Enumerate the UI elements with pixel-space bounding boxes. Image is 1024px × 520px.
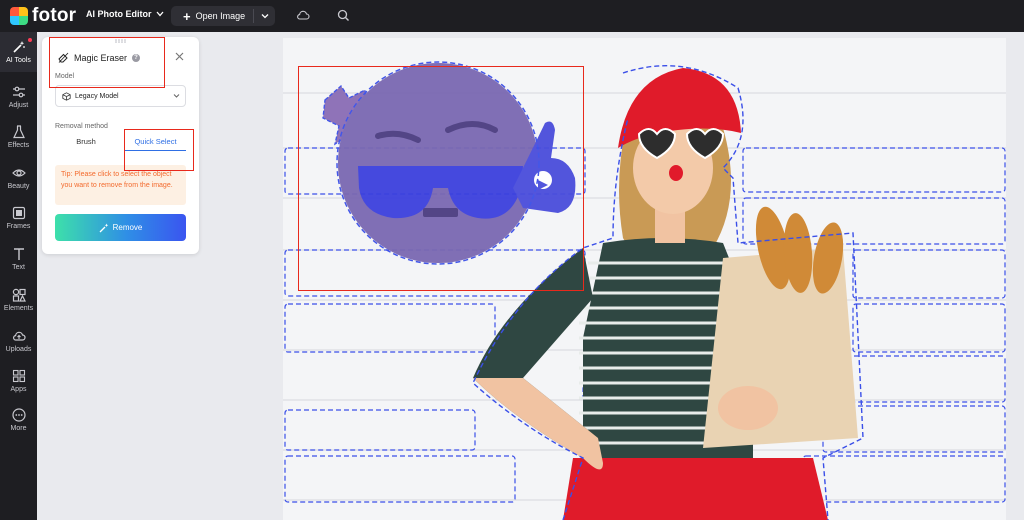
magic-wand-icon [99,223,108,232]
rail-label: Uploads [5,346,32,353]
editor-menu-label: AI Photo Editor [86,9,152,19]
open-image-button[interactable]: + Open Image [171,6,275,26]
chevron-down-icon [173,94,180,98]
rail-item-elements[interactable]: Elements [0,280,37,320]
highlight-magic-eraser [49,37,165,88]
remove-button[interactable]: Remove [55,214,186,241]
model-select-value: Legacy Model [75,92,119,100]
divider [253,9,254,23]
cloud-icon[interactable] [296,9,310,22]
removal-method-label: Removal method [55,123,108,130]
rail-label: Text [12,264,25,271]
rail-item-beauty[interactable]: Beauty [0,158,37,198]
flask-icon [12,125,25,139]
tab-brush[interactable]: Brush [55,137,117,151]
chevron-down-icon [156,11,163,17]
rail-item-frames[interactable]: Frames [0,198,37,238]
rail-label: Beauty [7,183,30,190]
open-image-label: Open Image [195,11,246,21]
rail-item-apps[interactable]: Apps [0,361,37,401]
close-icon[interactable] [175,52,184,61]
left-toolbar: AI Tools Adjust Effects Beauty Frames Te… [0,32,37,520]
shapes-icon [12,288,26,302]
highlight-quick-select [124,129,194,171]
rail-item-effects[interactable]: Effects [0,117,37,157]
plus-icon: + [183,8,191,24]
rail-label: More [10,425,27,432]
logo-text: fotor [32,5,77,26]
rail-label: Frames [6,223,31,230]
model-select[interactable]: Legacy Model [55,85,186,107]
text-icon [13,248,24,260]
rail-item-adjust[interactable]: Adjust [0,77,37,117]
rail-label: AI Tools [6,57,31,64]
editor-menu-dropdown[interactable]: AI Photo Editor [86,9,164,19]
cloud-upload-icon [12,331,26,341]
more-icon [11,408,26,422]
sliders-icon [12,86,25,98]
cube-icon [62,91,71,101]
frame-icon [12,206,25,220]
remove-button-label: Remove [112,223,143,232]
notification-dot [28,38,32,42]
apps-icon [12,369,25,383]
highlight-emoji [298,66,584,291]
magic-wand-icon [12,41,25,53]
top-bar: fotor AI Photo Editor + Open Image [0,0,1024,32]
rail-item-ai-tools[interactable]: AI Tools [0,32,37,72]
rail-item-uploads[interactable]: Uploads [0,321,37,361]
search-icon[interactable] [337,9,350,22]
rail-label: Adjust [8,102,29,109]
tip-message: Tip: Please click to select the object y… [55,165,186,205]
rail-label: Apps [10,386,27,393]
rail-label: Elements [3,305,34,312]
rail-label: Effects [7,142,30,149]
fotor-logo[interactable]: fotor [10,5,77,26]
logo-mark-icon [10,7,28,25]
rail-item-more[interactable]: More [0,400,37,440]
chevron-down-icon[interactable] [259,10,271,22]
eye-icon [11,169,26,177]
rail-item-text[interactable]: Text [0,239,37,279]
